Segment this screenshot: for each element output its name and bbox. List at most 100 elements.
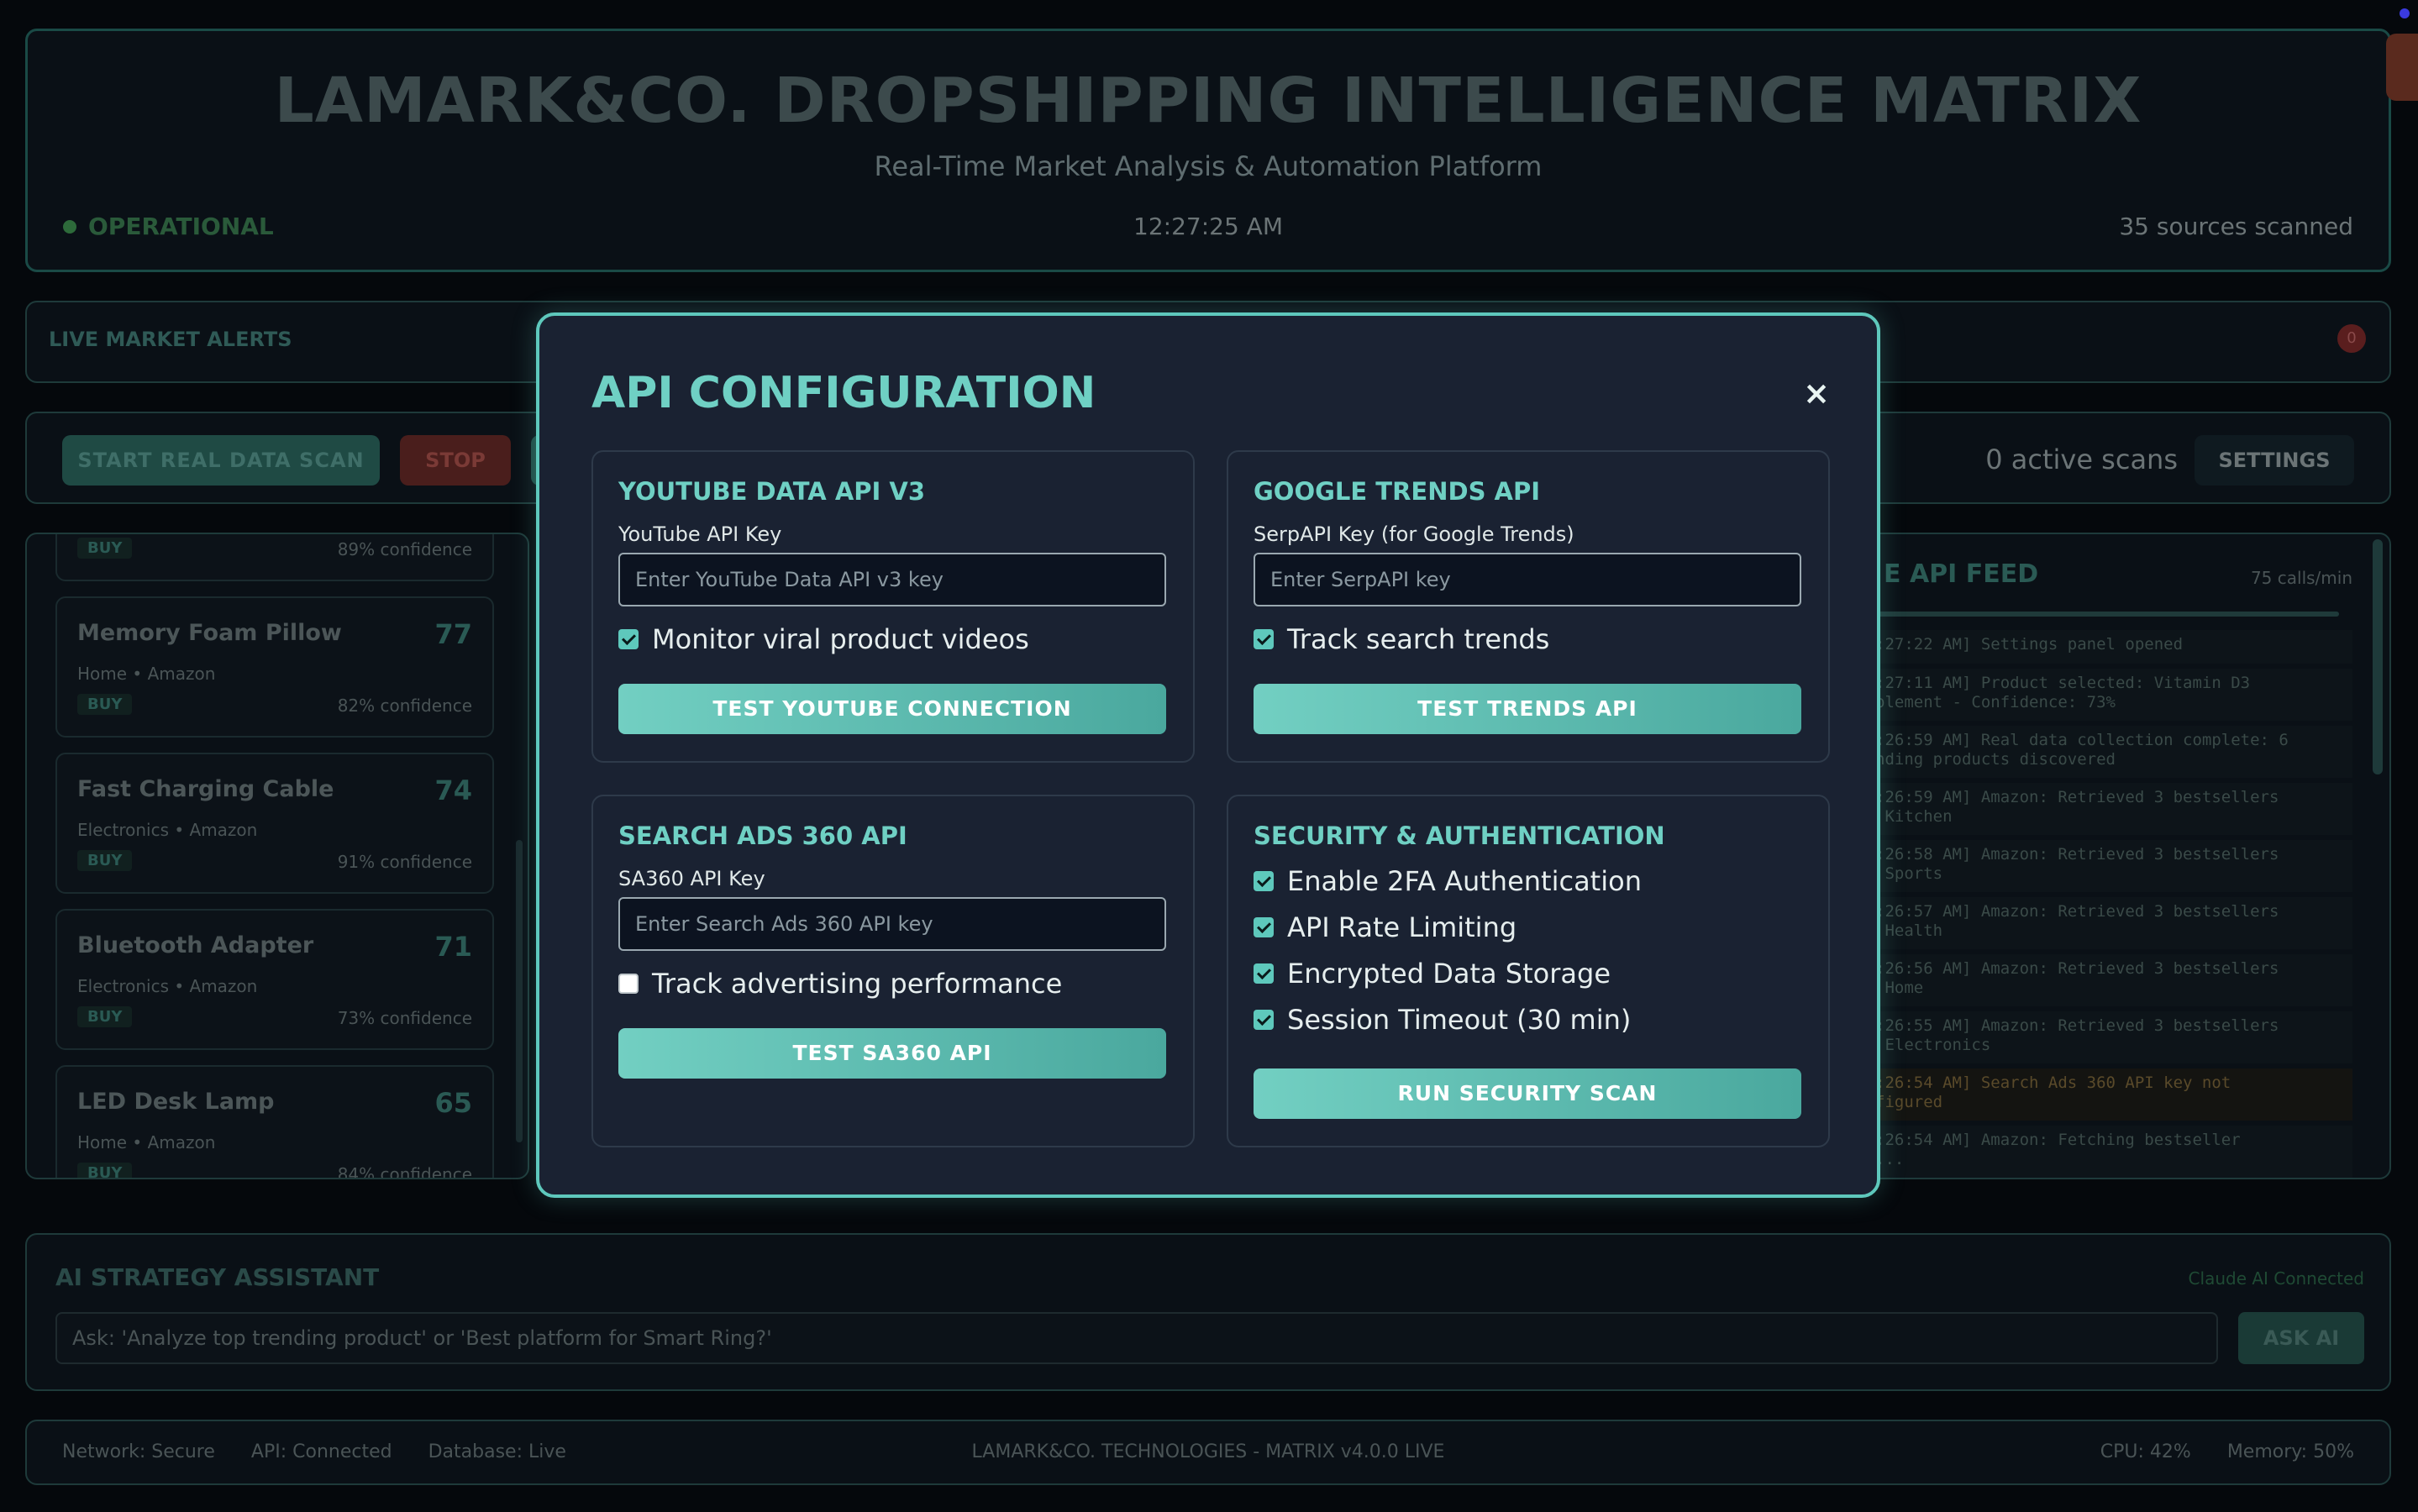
checkbox-checked-icon[interactable] — [1254, 1010, 1274, 1030]
youtube-key-label: YouTube API Key — [618, 522, 782, 546]
security-section-title: SECURITY & AUTHENTICATION — [1254, 822, 1665, 850]
settings-button[interactable]: SETTINGS — [2195, 435, 2354, 486]
youtube-api-section: YOUTUBE DATA API V3 YouTube API Key Ente… — [591, 450, 1195, 763]
ai-query-input[interactable]: Ask: 'Analyze top trending product' or '… — [55, 1312, 2218, 1364]
security-option-session-timeout[interactable]: Session Timeout (30 min) — [1254, 1004, 1631, 1036]
log-entry: :27:22 AM] Settings panel opened — [1867, 630, 2352, 664]
product-card[interactable]: Bluetooth Adapter 71 Electronics • Amazo… — [55, 909, 494, 1050]
product-confidence: 82% confidence — [337, 696, 472, 716]
log-entry-warning: :26:54 AM] Search Ads 360 API key not fi… — [1867, 1068, 2352, 1121]
footer-bar: Network: Secure API: Connected Database:… — [25, 1420, 2391, 1485]
test-youtube-button[interactable]: TEST YOUTUBE CONNECTION — [618, 684, 1166, 734]
product-name: Fast Charging Cable — [77, 776, 334, 802]
product-score: 65 — [434, 1087, 472, 1119]
checkbox-label: API Rate Limiting — [1287, 911, 1517, 943]
serpapi-key-input[interactable]: Enter SerpAPI key — [1254, 553, 1801, 606]
log-entry: :26:57 AM] Amazon: Retrieved 3 bestselle… — [1867, 897, 2352, 949]
clock: 12:27:25 AM — [1133, 213, 1283, 240]
sa360-key-label: SA360 API Key — [618, 867, 765, 890]
youtube-monitor-checkbox[interactable]: Monitor viral product videos — [618, 623, 1029, 655]
checkbox-checked-icon[interactable] — [618, 629, 639, 649]
buy-badge: BUY — [77, 694, 133, 715]
serpapi-key-label: SerpAPI Key (for Google Trends) — [1254, 522, 1574, 546]
sources-count: 35 sources scanned — [2119, 213, 2353, 240]
sa360-api-section: SEARCH ADS 360 API SA360 API Key Enter S… — [591, 795, 1195, 1147]
feed-scrollbar[interactable] — [2373, 539, 2383, 774]
product-card[interactable]: Memory Foam Pillow 77 Home • Amazon BUY … — [55, 596, 494, 738]
product-confidence: 73% confidence — [337, 1008, 472, 1028]
log-entry: :27:11 AM] Product selected: Vitamin D3 … — [1867, 669, 2352, 721]
ask-ai-button[interactable]: ASK AI — [2238, 1312, 2364, 1364]
test-sa360-button[interactable]: TEST SA360 API — [618, 1028, 1166, 1079]
sa360-section-title: SEARCH ADS 360 API — [618, 822, 907, 850]
security-section: SECURITY & AUTHENTICATION Enable 2FA Aut… — [1227, 795, 1830, 1147]
buy-badge: BUY — [77, 1163, 133, 1178]
product-confidence: 91% confidence — [337, 852, 472, 872]
security-option-encryption[interactable]: Encrypted Data Storage — [1254, 958, 1611, 990]
active-scans-count: 0 active scans — [1985, 444, 2178, 475]
track-trends-checkbox[interactable]: Track search trends — [1254, 623, 1549, 655]
product-card[interactable]: LED Desk Lamp 65 Home • Amazon BUY 84% c… — [55, 1065, 494, 1179]
track-advertising-checkbox[interactable]: Track advertising performance — [618, 968, 1062, 1000]
product-confidence: 89% confidence — [337, 539, 472, 559]
sa360-key-input[interactable]: Enter Search Ads 360 API key — [618, 897, 1166, 951]
log-entry: :26:59 AM] Amazon: Retrieved 3 bestselle… — [1867, 783, 2352, 835]
youtube-key-input[interactable]: Enter YouTube Data API v3 key — [618, 553, 1166, 606]
header-panel: LAMARK&CO. DROPSHIPPING INTELLIGENCE MAT… — [25, 29, 2391, 272]
modal-title: API CONFIGURATION — [591, 368, 1096, 418]
checkbox-checked-icon[interactable] — [1254, 871, 1274, 891]
close-icon[interactable]: × — [1803, 375, 1830, 412]
ai-connection-status: Claude AI Connected — [2188, 1268, 2364, 1289]
checkbox-label: Session Timeout (30 min) — [1287, 1004, 1632, 1036]
log-entry: :26:55 AM] Amazon: Retrieved 3 bestselle… — [1867, 1011, 2352, 1063]
security-option-2fa[interactable]: Enable 2FA Authentication — [1254, 865, 1642, 897]
product-name: LED Desk Lamp — [77, 1089, 275, 1115]
checkbox-checked-icon[interactable] — [1254, 917, 1274, 937]
checkbox-label: Track search trends — [1287, 623, 1550, 655]
youtube-section-title: YOUTUBE DATA API V3 — [618, 477, 926, 506]
buy-badge: BUY — [77, 850, 133, 871]
memory-usage: Memory: 50% — [2226, 1441, 2354, 1462]
app-title: LAMARK&CO. DROPSHIPPING INTELLIGENCE MAT… — [274, 65, 2142, 137]
product-meta: Home • Amazon — [77, 1132, 216, 1152]
center-scrollbar[interactable] — [516, 840, 523, 1142]
footer-resources: CPU: 42% Memory: 50% — [2100, 1441, 2354, 1462]
product-meta: Home • Amazon — [77, 664, 216, 684]
product-score: 71 — [434, 931, 472, 963]
product-meta: Electronics • Amazon — [77, 976, 258, 996]
product-name: Bluetooth Adapter — [77, 932, 314, 958]
checkbox-label: Encrypted Data Storage — [1287, 958, 1611, 990]
checkbox-unchecked-icon[interactable] — [618, 974, 639, 994]
alerts-count-badge: 0 — [2337, 324, 2366, 353]
ai-assistant-panel: AI STRATEGY ASSISTANT Claude AI Connecte… — [25, 1233, 2391, 1391]
log-entry: :26:54 AM] Amazon: Fetching bestseller .… — [1867, 1126, 2352, 1178]
run-security-scan-button[interactable]: RUN SECURITY SCAN — [1254, 1068, 1801, 1119]
stop-button[interactable]: STOP — [400, 435, 511, 486]
security-option-rate-limiting[interactable]: API Rate Limiting — [1254, 911, 1517, 943]
product-score: 77 — [434, 618, 472, 650]
ai-title: AI STRATEGY ASSISTANT — [55, 1263, 380, 1291]
alerts-label: LIVE MARKET ALERTS — [49, 328, 292, 351]
app-subtitle: Real-Time Market Analysis & Automation P… — [874, 150, 1543, 182]
side-tab[interactable] — [2386, 34, 2418, 101]
log-entry: :26:58 AM] Amazon: Retrieved 3 bestselle… — [1867, 840, 2352, 892]
start-scan-button[interactable]: START REAL DATA SCAN — [62, 435, 380, 486]
product-list: BUY 89% confidence Memory Foam Pillow 77… — [25, 533, 529, 1179]
trends-section-title: GOOGLE TRENDS API — [1254, 477, 1541, 506]
buy-badge: BUY — [77, 1006, 133, 1027]
checkbox-checked-icon[interactable] — [1254, 963, 1274, 984]
feed-title: E API FEED — [1884, 559, 2039, 589]
checkbox-label: Track advertising performance — [652, 968, 1063, 1000]
api-feed-panel: E API FEED 75 calls/min :27:22 AM] Setti… — [1832, 533, 2391, 1179]
product-meta: Electronics • Amazon — [77, 820, 258, 840]
feed-rate: 75 calls/min — [2250, 568, 2352, 588]
log-entry: :26:56 AM] Amazon: Retrieved 3 bestselle… — [1867, 954, 2352, 1006]
feed-progress-bar — [1867, 612, 2339, 617]
product-card[interactable]: BUY 89% confidence — [55, 534, 494, 581]
checkbox-checked-icon[interactable] — [1254, 629, 1274, 649]
checkbox-label: Enable 2FA Authentication — [1287, 865, 1642, 897]
buy-badge: BUY — [77, 538, 133, 559]
product-card[interactable]: Fast Charging Cable 74 Electronics • Ama… — [55, 753, 494, 894]
test-trends-button[interactable]: TEST TRENDS API — [1254, 684, 1801, 734]
product-confidence: 84% confidence — [337, 1164, 472, 1179]
